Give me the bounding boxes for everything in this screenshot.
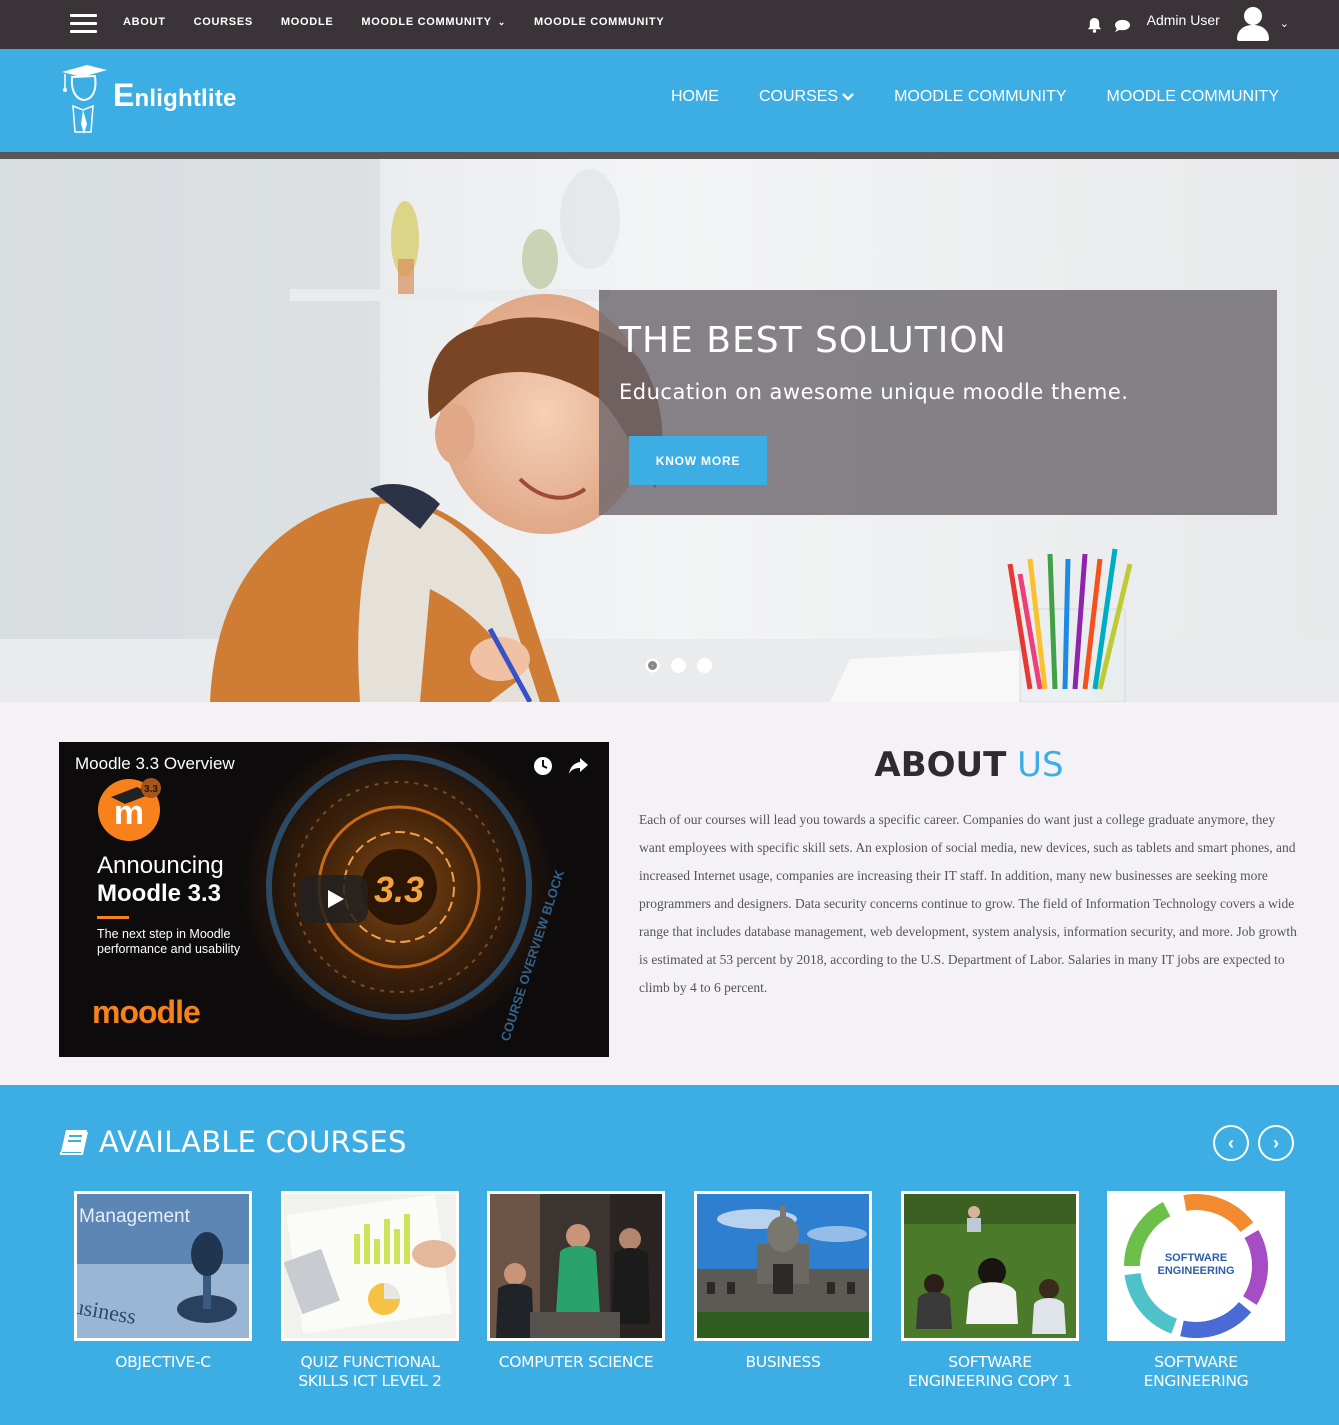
about-heading: ABOUT US xyxy=(874,745,1064,785)
hero-subtitle: Education on awesome unique moodle theme… xyxy=(619,380,1129,404)
top-nav-about[interactable]: ABOUT xyxy=(123,16,166,28)
top-nav-moodle-community-dropdown[interactable]: MOODLE COMMUNITY ⌄ xyxy=(361,16,506,28)
course-card-objective-c[interactable]: Management usiness OBJECTIVE-C xyxy=(74,1191,252,1372)
chevron-down-icon[interactable]: ⌄ xyxy=(1280,17,1289,30)
share-icon[interactable] xyxy=(568,757,589,775)
book-icon xyxy=(60,1130,88,1155)
chevron-left-icon: ‹ xyxy=(1228,1132,1234,1153)
main-nav-moodle-community-1[interactable]: MOODLE COMMUNITY xyxy=(894,88,1066,106)
top-nav-moodle[interactable]: MOODLE xyxy=(281,16,333,28)
bell-icon[interactable] xyxy=(1087,17,1102,33)
chevron-right-icon: › xyxy=(1273,1132,1279,1153)
main-nav-home[interactable]: HOME xyxy=(671,88,719,106)
slider-dot-3[interactable] xyxy=(697,658,712,673)
video-announcement: Announcing Moodle 3.3 The next step in M… xyxy=(97,852,241,956)
course-thumbnail: SOFTWARE ENGINEERING xyxy=(1107,1191,1285,1341)
main-nav: HOME COURSES MOODLE COMMUNITY MOODLE COM… xyxy=(631,88,1279,106)
svg-text:3.3: 3.3 xyxy=(374,869,424,910)
svg-text:3.3: 3.3 xyxy=(144,784,158,795)
course-card-software-engineering[interactable]: SOFTWARE ENGINEERING SOFTWARE ENGINEERIN… xyxy=(1107,1191,1285,1391)
top-nav-moodle-community[interactable]: MOODLE COMMUNITY xyxy=(534,16,664,28)
course-thumbnail xyxy=(901,1191,1079,1341)
course-name[interactable]: SOFTWARE ENGINEERING xyxy=(1107,1353,1285,1391)
course-thumbnail: Management usiness xyxy=(74,1191,252,1341)
chevron-down-icon: ⌄ xyxy=(497,16,507,27)
course-thumbnail xyxy=(281,1191,459,1341)
user-name[interactable]: Admin User xyxy=(1147,12,1220,28)
course-card-quiz-functional-skills[interactable]: QUIZ FUNCTIONAL SKILLS ICT LEVEL 2 xyxy=(281,1191,459,1391)
top-nav-courses[interactable]: COURSES xyxy=(194,16,253,28)
carousel-next-button[interactable]: › xyxy=(1258,1125,1294,1161)
course-name[interactable]: COMPUTER SCIENCE xyxy=(487,1353,665,1372)
chat-icon[interactable] xyxy=(1114,19,1131,33)
courses-title: AVAILABLE COURSES xyxy=(99,1125,407,1159)
slider-dot-2[interactable] xyxy=(671,658,686,673)
carousel-prev-button[interactable]: ‹ xyxy=(1213,1125,1249,1161)
hero-caption: THE BEST SOLUTION Education on awesome u… xyxy=(599,290,1277,515)
course-card-software-engineering-copy-1[interactable]: SOFTWARE ENGINEERING COPY 1 xyxy=(901,1191,1079,1391)
course-thumbnail xyxy=(694,1191,872,1341)
header-divider xyxy=(0,152,1339,159)
course-name[interactable]: BUSINESS xyxy=(694,1353,872,1372)
top-nav: ABOUT COURSES MOODLE MOODLE COMMUNITY ⌄ M… xyxy=(123,0,692,44)
courses-heading: AVAILABLE COURSES xyxy=(59,1125,407,1159)
about-text: Each of our courses will lead you toward… xyxy=(639,812,1297,995)
graduation-cap-logo-icon[interactable] xyxy=(57,62,109,134)
video-title[interactable]: Moodle 3.3 Overview xyxy=(75,754,235,774)
course-card-computer-science[interactable]: COMPUTER SCIENCE xyxy=(487,1191,665,1372)
moodle-logo: moodle xyxy=(92,994,201,1030)
course-name[interactable]: OBJECTIVE-C xyxy=(74,1353,252,1372)
video-player[interactable]: 3.3 COURSE OVERVIEW BLOCK m 3.3 Moodle 3… xyxy=(59,742,609,1057)
course-name[interactable]: SOFTWARE ENGINEERING COPY 1 xyxy=(901,1353,1079,1391)
hamburger-menu-icon[interactable] xyxy=(70,14,97,34)
course-card-business[interactable]: BUSINESS xyxy=(694,1191,872,1372)
play-icon[interactable] xyxy=(300,875,368,923)
avatar[interactable] xyxy=(1236,5,1270,41)
top-bar: ABOUT COURSES MOODLE MOODLE COMMUNITY ⌄ M… xyxy=(0,0,1339,49)
clock-icon[interactable] xyxy=(533,756,553,776)
course-thumbnail xyxy=(487,1191,665,1341)
slider-dots xyxy=(645,658,723,673)
site-logo-text[interactable]: Enlightlite xyxy=(113,77,237,114)
hero-slider: THE BEST SOLUTION Education on awesome u… xyxy=(0,159,1339,702)
hero-title: THE BEST SOLUTION xyxy=(619,320,1007,361)
slider-dot-1[interactable] xyxy=(645,658,660,673)
site-header: Enlightlite HOME COURSES MOODLE COMMUNIT… xyxy=(0,49,1339,152)
main-nav-courses[interactable]: COURSES xyxy=(759,88,854,106)
chevron-down-icon xyxy=(842,93,854,101)
main-nav-moodle-community-2[interactable]: MOODLE COMMUNITY xyxy=(1107,88,1279,106)
svg-text:Management: Management xyxy=(79,1206,191,1227)
available-courses-section: AVAILABLE COURSES ‹ › Management usiness… xyxy=(0,1085,1339,1425)
know-more-button[interactable]: KNOW MORE xyxy=(629,436,767,485)
user-area: Admin User ⌄ xyxy=(1087,0,1289,46)
course-name[interactable]: QUIZ FUNCTIONAL SKILLS ICT LEVEL 2 xyxy=(281,1353,459,1391)
